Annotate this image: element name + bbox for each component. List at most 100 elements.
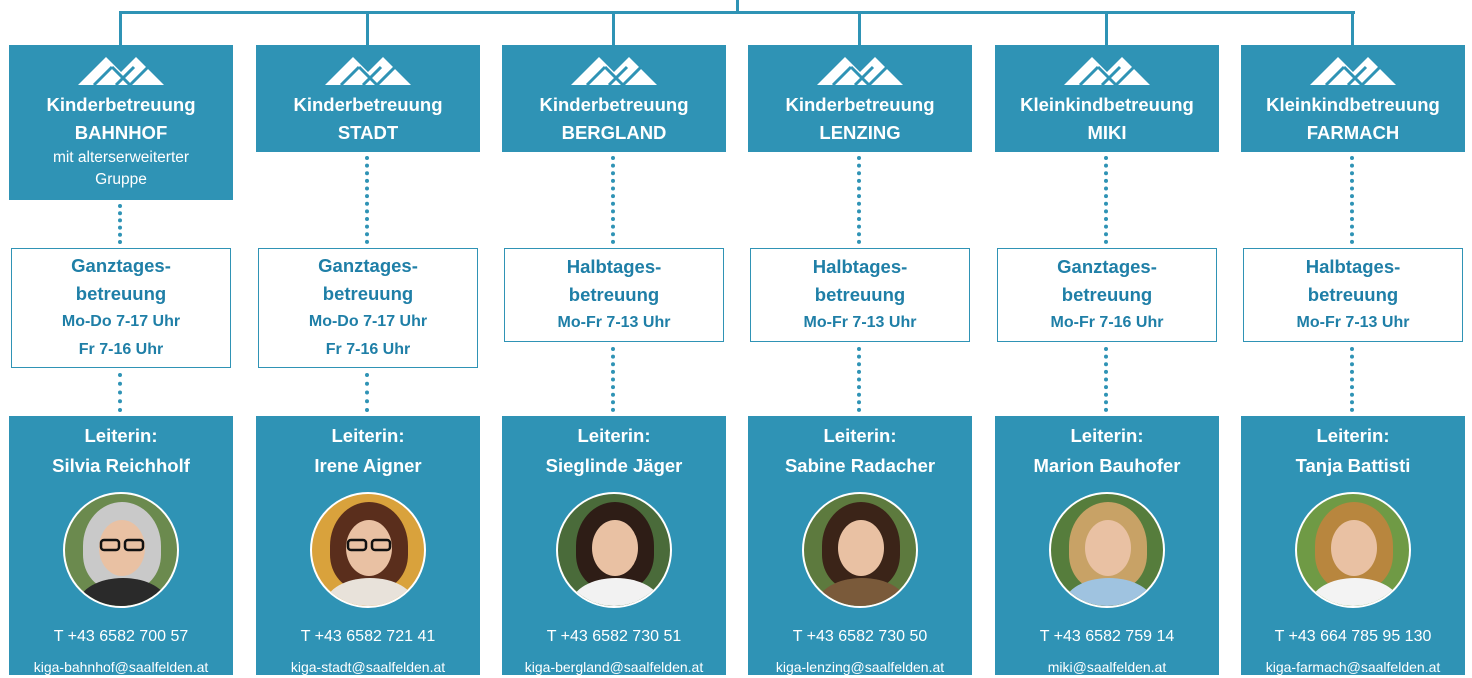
drop-connector-line [858,12,861,46]
care-hours-box: Ganztages-betreuung Mo-Fr 7-16 Uhr [997,248,1217,342]
facility-header-box: Kinderbetreuung LENZING [748,45,972,152]
phone-number: T +43 664 785 95 130 [1274,628,1432,645]
care-type-line: Ganztages- [318,255,418,276]
photo-face [592,520,638,576]
leader-photo [63,492,179,608]
dotted-connector [1350,347,1354,412]
unit-column: Kleinkindbetreuung FARMACH Halbtages-betre… [1241,0,1465,675]
care-type-line: betreuung [75,283,167,304]
opening-hours: Mo-Fr 7-16 Uhr [1050,314,1164,331]
facility-title: Kinderbetreuung [293,94,443,115]
drop-connector-line [612,12,615,46]
leader-name: Marion Bauhofer [1033,455,1181,476]
photo-face [1331,520,1377,576]
drop-connector-line [366,12,369,46]
leader-photo [310,492,426,608]
facility-header-box: Kleinkindbetreuung FARMACH [1241,45,1465,152]
facility-title: Kinderbetreuung [785,94,935,115]
dotted-connector [1104,347,1108,412]
care-type-line: Halbtages- [1305,256,1401,277]
opening-hours: Fr 7-16 Uhr [78,341,164,358]
facility-name: FARMACH [1306,122,1400,143]
leader-name: Sieglinde Jäger [545,455,683,476]
leader-box: Leiterin: Sabine Radacher T +43 6582 730 5… [748,416,972,675]
org-chart: Kinderbetreuung BAHNHOF mit alterserweiter… [0,0,1472,675]
facility-header-box: Kinderbetreuung BAHNHOF mit alterserweiter… [9,45,233,200]
phone-number: T +43 6582 721 41 [300,628,436,645]
drop-connector-line [1351,12,1354,46]
care-hours-box: Ganztages-betreuung Mo-Do 7-17 Uhr Fr 7-16… [258,248,478,368]
leader-label: Leiterin: [823,425,897,446]
leader-box: Leiterin: Sieglinde Jäger T +43 6582 730 5… [502,416,726,675]
photo-shoulders [79,578,167,606]
phone-number: T +43 6582 700 57 [53,628,189,645]
facility-header-box: Kinderbetreuung BERGLAND [502,45,726,152]
mountain-logo-icon [325,57,411,87]
facility-title: Kleinkindbetreuung [1020,94,1194,115]
leader-photo [1295,492,1411,608]
leader-label: Leiterin: [577,425,651,446]
unit-column: Kinderbetreuung LENZING Halbtages-betreuun… [748,0,972,675]
mountain-logo-icon [571,57,657,87]
phone-number: T +43 6582 759 14 [1039,628,1175,645]
mountain-logo-icon [78,57,164,87]
dotted-connector [118,204,122,244]
leader-box: Leiterin: Silvia Reichholf T +43 6582 700 … [9,416,233,675]
care-hours-box: Halbtages-betreuung Mo-Fr 7-13 Uhr [504,248,724,342]
leader-label: Leiterin: [1070,425,1144,446]
facility-header-box: Kleinkindbetreuung MIKI [995,45,1219,152]
phone-number: T +43 6582 730 50 [792,628,928,645]
photo-face [838,520,884,576]
opening-hours: Mo-Do 7-17 Uhr [61,313,181,330]
leader-photo [556,492,672,608]
facility-name: MIKI [1087,122,1127,143]
care-type-line: Halbtages- [566,256,662,277]
unit-column: Kinderbetreuung BAHNHOF mit alterserweiter… [9,0,233,675]
leader-name: Sabine Radacher [784,455,936,476]
unit-column: Kleinkindbetreuung MIKI Ganztages-betreuun… [995,0,1219,675]
care-type-line: Halbtages- [812,256,908,277]
dotted-connector [611,156,615,244]
opening-hours: Mo-Fr 7-13 Uhr [557,314,671,331]
care-type-line: Ganztages- [71,255,171,276]
leader-box: Leiterin: Irene Aigner T +43 6582 721 41 ki… [256,416,480,675]
photo-shoulders [1065,578,1153,606]
leader-photo [1049,492,1165,608]
facility-header-box: Kinderbetreuung STADT [256,45,480,152]
care-type-line: betreuung [1307,284,1399,305]
mountain-logo-icon [1310,57,1396,87]
facility-name: BERGLAND [561,122,667,143]
care-type-line: betreuung [568,284,660,305]
photo-face [1085,520,1131,576]
opening-hours: Fr 7-16 Uhr [325,341,411,358]
glasses-icon [99,538,145,552]
facility-name: LENZING [819,122,901,143]
leader-box: Leiterin: Tanja Battisti T +43 664 785 95 … [1241,416,1465,675]
leader-name: Tanja Battisti [1295,455,1411,476]
dotted-connector [365,156,369,244]
facility-title: Kinderbetreuung [46,94,196,115]
photo-shoulders [1311,578,1399,606]
mountain-logo-icon [817,57,903,87]
care-type-line: Ganztages- [1057,256,1157,277]
leader-name: Silvia Reichholf [52,455,190,476]
care-hours-box: Ganztages-betreuung Mo-Do 7-17 Uhr Fr 7-16… [11,248,231,368]
facility-title: Kleinkindbetreuung [1266,94,1440,115]
care-type-line: betreuung [322,283,414,304]
leader-box: Leiterin: Marion Bauhofer T +43 6582 759 1… [995,416,1219,675]
care-hours-box: Halbtages-betreuung Mo-Fr 7-13 Uhr [1243,248,1463,342]
care-type-line: betreuung [814,284,906,305]
care-type-line: betreuung [1061,284,1153,305]
facility-subtitle: mit alterserweiterter Gruppe [52,149,190,188]
drop-connector-line [119,12,122,46]
dotted-connector [1350,156,1354,244]
photo-shoulders [326,578,414,606]
leader-label: Leiterin: [1316,425,1390,446]
dotted-connector [1104,156,1108,244]
dotted-connector [611,347,615,412]
unit-column: Kinderbetreuung BERGLAND Halbtages-betreuu… [502,0,726,675]
dotted-connector [118,373,122,412]
facility-name: BAHNHOF [74,122,168,143]
facility-title: Kinderbetreuung [539,94,689,115]
dotted-connector [857,156,861,244]
